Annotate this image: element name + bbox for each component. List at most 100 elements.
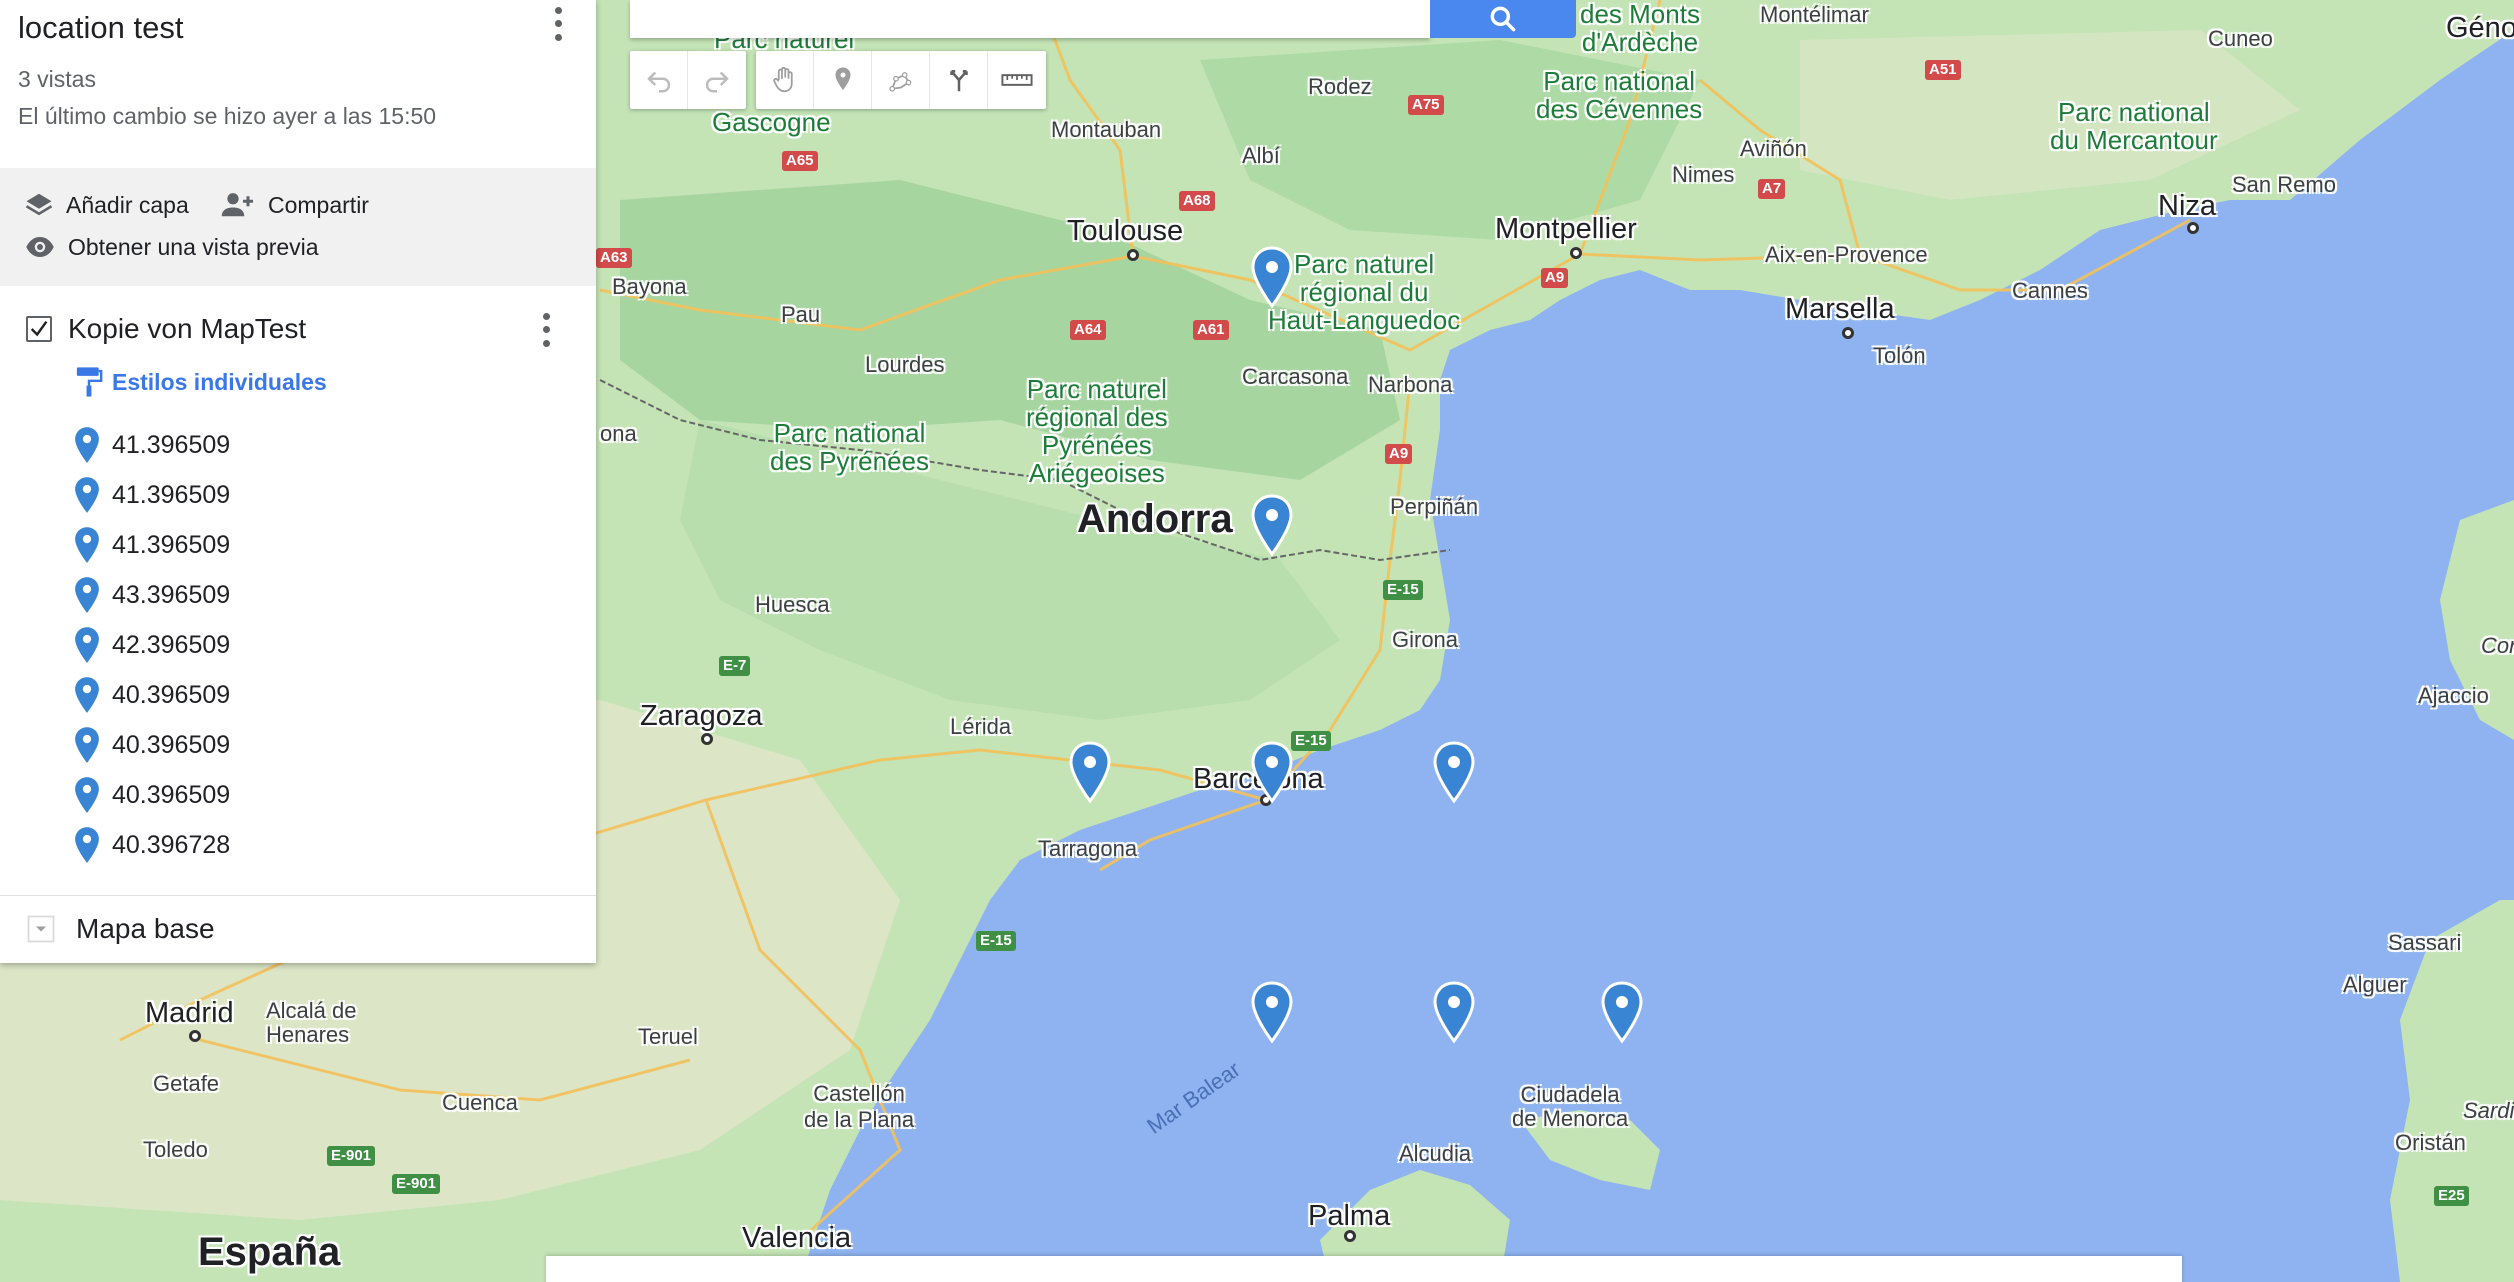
marker-icon xyxy=(75,427,99,463)
map-label-nimes: Nimes xyxy=(1672,162,1735,187)
bottom-bar xyxy=(546,1256,2182,1282)
feature-list-item[interactable]: 40.396509 xyxy=(72,676,230,714)
city-dot xyxy=(701,733,713,745)
search-input[interactable] xyxy=(630,0,1430,38)
select-items-button[interactable] xyxy=(756,51,814,109)
add-layer-label: Añadir capa xyxy=(66,191,189,218)
feature-list-item[interactable]: 41.396509 xyxy=(72,426,230,464)
feature-list-item[interactable]: 40.396728 xyxy=(72,826,230,864)
share-button[interactable]: Compartir xyxy=(218,190,369,220)
map-label-toledo: Toledo xyxy=(143,1137,208,1162)
layer-visibility-checkbox[interactable] xyxy=(26,316,52,342)
toolbar-group-tools xyxy=(756,51,1046,109)
map-label-aix: Aix-en-Provence xyxy=(1765,242,1928,267)
city-dot xyxy=(1842,327,1854,339)
measure-button[interactable] xyxy=(988,51,1046,109)
city-dot xyxy=(1570,247,1582,259)
ruler-icon xyxy=(1001,74,1033,86)
map-label-palma: Palma xyxy=(1308,1200,1391,1232)
preview-button[interactable]: Obtener una vista previa xyxy=(22,232,319,262)
map-label-girona: Girona xyxy=(1392,627,1459,652)
map-marker-pin[interactable] xyxy=(1600,981,1644,1045)
draw-line-icon xyxy=(888,72,911,92)
toolbar-group-edit xyxy=(630,51,746,109)
search-icon xyxy=(1490,6,1516,32)
feature-list-item[interactable]: 43.396509 xyxy=(72,576,230,614)
feature-label: 41.396509 xyxy=(112,480,231,509)
individual-styles-link[interactable]: Estilos individuales xyxy=(74,365,327,399)
map-label-narbona: Narbona xyxy=(1368,372,1453,397)
search-button[interactable] xyxy=(1430,0,1576,38)
map-label-alguer: Alguer xyxy=(2343,972,2407,997)
map-marker-pin[interactable] xyxy=(1250,981,1294,1045)
highway-shield: A51 xyxy=(1925,60,1961,80)
map-marker-pin[interactable] xyxy=(1250,246,1294,310)
feature-list-item[interactable]: 41.396509 xyxy=(72,476,230,514)
feature-list-item[interactable]: 42.396509 xyxy=(72,626,230,664)
highway-shield: E25 xyxy=(2434,1186,2469,1206)
map-label-zaragoza: Zaragoza xyxy=(640,700,763,732)
feature-label: 40.396509 xyxy=(112,780,231,809)
feature-label: 41.396509 xyxy=(112,430,231,459)
marker-icon xyxy=(75,477,99,513)
map-label-park-pyrenees: Parc national des Pyrénées xyxy=(770,418,929,476)
marker-icon xyxy=(75,827,99,863)
map-label-sardi: Sardi xyxy=(2463,1098,2514,1123)
map-label-perpinan: Perpiñán xyxy=(1390,494,1479,519)
layer-name[interactable]: Kopie von MapTest xyxy=(68,313,306,345)
marker-icon xyxy=(75,677,99,713)
preview-label: Obtener una vista previa xyxy=(68,233,319,260)
feature-list-item[interactable]: 40.396509 xyxy=(72,726,230,764)
map-label-montauban: Montauban xyxy=(1051,117,1162,142)
highway-shield: E-901 xyxy=(327,1146,376,1166)
map-title[interactable]: location test xyxy=(18,10,183,46)
map-marker-pin[interactable] xyxy=(1250,494,1294,558)
highway-shield: A64 xyxy=(1070,320,1106,340)
map-marker-pin[interactable] xyxy=(1250,741,1294,805)
layer-options-menu-icon[interactable] xyxy=(540,310,552,350)
redo-icon xyxy=(705,71,729,93)
highway-shield: A65 xyxy=(782,151,818,171)
map-label-albi: Albí xyxy=(1242,143,1280,168)
add-layer-button[interactable]: Añadir capa xyxy=(22,190,189,220)
add-marker-button[interactable] xyxy=(814,51,872,109)
map-label-avinon: Aviñón xyxy=(1740,136,1807,161)
redo-button[interactable] xyxy=(688,51,746,109)
map-label-pau: Pau xyxy=(781,302,821,327)
individual-styles-label: Estilos individuales xyxy=(112,368,327,395)
draw-line-button[interactable] xyxy=(872,51,930,109)
map-label-geno: Géno xyxy=(2446,12,2514,44)
map-label-ciudadela: Ciudadela de Menorca xyxy=(1512,1082,1629,1131)
map-label-park-cevennes: Parc national des Cévennes xyxy=(1536,66,1703,124)
feature-list-item[interactable]: 40.396509 xyxy=(72,776,230,814)
add-directions-button[interactable] xyxy=(930,51,988,109)
map-label-toulouse: Toulouse xyxy=(1067,215,1184,247)
city-dot xyxy=(1344,1230,1356,1242)
marker-icon xyxy=(75,527,99,563)
add-person-icon xyxy=(221,193,253,217)
map-label-lerida: Lérida xyxy=(950,714,1012,739)
map-options-menu-icon[interactable] xyxy=(552,4,564,44)
map-marker-pin[interactable] xyxy=(1068,741,1112,805)
feature-label: 40.396728 xyxy=(112,830,231,859)
undo-button[interactable] xyxy=(630,51,688,109)
map-label-andorra: Andorra xyxy=(1077,497,1233,541)
feature-list-item[interactable]: 41.396509 xyxy=(72,526,230,564)
map-marker-pin[interactable] xyxy=(1432,981,1476,1045)
marker-icon xyxy=(75,627,99,663)
add-marker-icon xyxy=(835,67,850,90)
share-label: Compartir xyxy=(268,191,369,218)
map-label-gascogne: Gascogne xyxy=(712,107,831,137)
map-label-sanremo: San Remo xyxy=(2232,172,2336,197)
map-marker-pin[interactable] xyxy=(1432,741,1476,805)
map-label-castellon: Castellón de la Plana xyxy=(804,1081,915,1132)
highway-shield: E-901 xyxy=(392,1174,441,1194)
feature-label: 40.396509 xyxy=(112,680,231,709)
eye-icon xyxy=(26,237,54,257)
feature-label: 40.396509 xyxy=(112,730,231,759)
map-toolbar xyxy=(630,51,1046,109)
basemap-label: Mapa base xyxy=(76,913,215,944)
paint-roller-icon xyxy=(76,367,103,397)
basemap-toggle[interactable]: Mapa base xyxy=(26,913,215,945)
map-label-park-monts: des Monts d'Ardèche xyxy=(1580,0,1700,57)
